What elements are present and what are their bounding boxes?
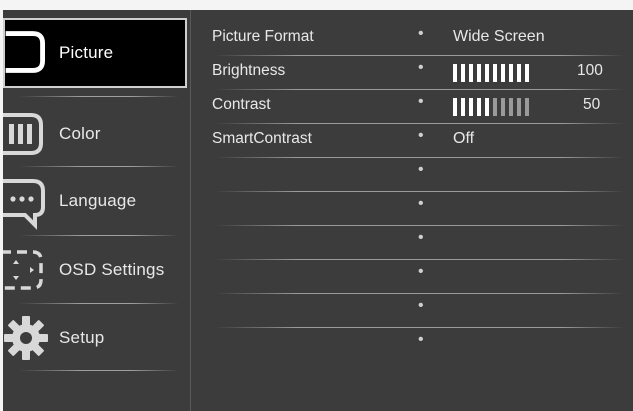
setting-name: Contrast xyxy=(212,96,271,113)
level-tick xyxy=(477,64,481,82)
menu-item-label: Picture xyxy=(59,43,114,62)
setting-row-empty: • xyxy=(195,192,633,226)
separator-dot: • xyxy=(418,331,424,348)
level-tick xyxy=(493,64,497,82)
menu-divider xyxy=(19,370,179,371)
menu-item-label: OSD Settings xyxy=(59,260,165,279)
setting-row-empty: • xyxy=(195,158,633,192)
setting-row-empty: • xyxy=(195,294,633,328)
color-icon xyxy=(3,113,43,155)
gear-icon xyxy=(4,316,48,360)
menu-item-label: Setup xyxy=(59,328,105,347)
level-tick xyxy=(509,64,513,82)
level-tick xyxy=(525,64,529,82)
menu-item-picture[interactable]: Picture xyxy=(3,18,187,88)
level-tick xyxy=(485,64,489,82)
separator-dot: • xyxy=(418,195,424,212)
level-tick xyxy=(453,64,457,82)
menu-divider xyxy=(19,96,179,97)
level-tick xyxy=(469,98,473,116)
separator-dot: • xyxy=(418,229,424,246)
setting-name: Picture Format xyxy=(212,28,314,45)
brightness-value: 100 xyxy=(577,62,603,79)
picture-icon xyxy=(5,31,45,73)
menu-item-setup[interactable]: Setup xyxy=(3,304,191,372)
separator-dot: • xyxy=(418,25,424,42)
level-tick xyxy=(525,98,529,116)
level-tick xyxy=(517,64,521,82)
level-tick xyxy=(453,98,457,116)
osd-menu: Picture Color Language OSD Settings Setu… xyxy=(0,0,633,411)
setting-row-picture-format[interactable]: Picture Format • Wide Screen xyxy=(195,22,633,56)
level-tick xyxy=(509,98,513,116)
settings-panel: Picture Format • Wide Screen Brightness … xyxy=(195,10,633,411)
language-icon xyxy=(3,179,45,230)
setting-row-brightness[interactable]: Brightness • 100 xyxy=(195,56,633,90)
level-tick xyxy=(461,64,465,82)
setting-row-empty: • xyxy=(195,260,633,294)
osd-settings-icon xyxy=(3,250,43,290)
level-tick xyxy=(485,98,489,116)
setting-row-smartcontrast[interactable]: SmartContrast • Off xyxy=(195,124,633,158)
menu-item-color[interactable]: Color xyxy=(3,100,191,168)
separator-dot: • xyxy=(418,297,424,314)
separator-dot: • xyxy=(418,59,424,76)
level-tick xyxy=(501,98,505,116)
level-tick xyxy=(517,98,521,116)
separator-dot: • xyxy=(418,93,424,110)
menu-item-osd-settings[interactable]: OSD Settings xyxy=(3,236,191,304)
level-tick xyxy=(477,98,481,116)
menu-item-label: Language xyxy=(59,191,137,210)
separator-dot: • xyxy=(418,161,424,178)
brightness-level-bar[interactable] xyxy=(453,64,563,82)
setting-value: Wide Screen xyxy=(453,28,545,45)
contrast-value: 50 xyxy=(583,96,601,113)
main-menu-sidebar: Picture Color Language OSD Settings Setu… xyxy=(3,10,191,411)
level-tick xyxy=(469,64,473,82)
level-tick xyxy=(461,98,465,116)
contrast-level-bar[interactable] xyxy=(453,98,563,116)
setting-name: SmartContrast xyxy=(212,130,312,147)
separator-dot: • xyxy=(418,127,424,144)
setting-row-contrast[interactable]: Contrast • 50 xyxy=(195,90,633,124)
setting-value: Off xyxy=(453,130,475,147)
level-tick xyxy=(493,98,497,116)
separator-dot: • xyxy=(418,263,424,280)
setting-row-empty: • xyxy=(195,226,633,260)
menu-item-label: Color xyxy=(59,124,101,143)
menu-item-language[interactable]: Language xyxy=(3,167,191,235)
level-tick xyxy=(501,64,505,82)
setting-row-empty: • xyxy=(195,328,633,362)
setting-name: Brightness xyxy=(212,62,286,79)
